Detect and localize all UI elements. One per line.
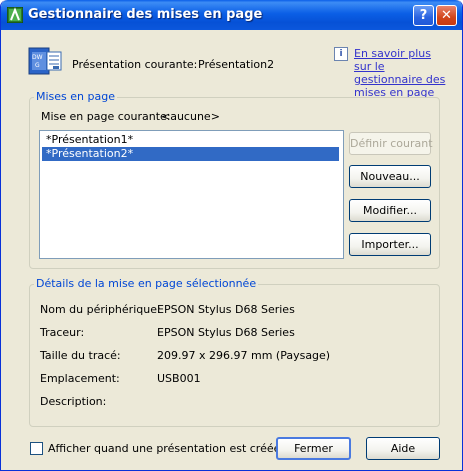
autocad-app-icon <box>7 7 23 23</box>
window-title: Gestionnaire des mises en page <box>28 7 263 22</box>
set-current-button[interactable]: Définir courant <box>349 132 433 155</box>
current-layout-label: Présentation courante: <box>72 58 198 71</box>
page-setups-list[interactable]: *Présentation1* *Présentation2* <box>39 130 344 259</box>
modify-button[interactable]: Modifier... <box>349 199 431 222</box>
show-on-create-label[interactable]: Afficher quand une présentation est créé… <box>48 442 280 455</box>
current-layout-value: Présentation2 <box>198 58 275 71</box>
list-item[interactable]: *Présentation1* <box>42 133 137 147</box>
show-on-create-checkbox[interactable] <box>30 442 43 455</box>
plot-size-label: Taille du tracé: <box>40 349 121 362</box>
device-name-label: Nom du périphérique: <box>40 303 161 316</box>
list-item-selected[interactable]: *Présentation2* <box>42 147 339 161</box>
location-value: USB001 <box>157 372 201 385</box>
current-page-setup-label: Mise en page courante: <box>41 110 171 123</box>
learn-more-link[interactable]: En savoir plus sur le gestionnaire des m… <box>354 47 446 99</box>
close-window-button[interactable]: ✕ <box>436 5 457 26</box>
title-bar[interactable]: Gestionnaire des mises en page ? ✕ <box>1 0 462 30</box>
info-icon: i <box>334 47 348 61</box>
import-button[interactable]: Importer... <box>349 233 431 256</box>
close-button[interactable]: Fermer <box>276 437 351 460</box>
svg-text:DW: DW <box>32 54 43 61</box>
new-button[interactable]: Nouveau... <box>349 165 431 188</box>
location-label: Emplacement: <box>40 372 120 385</box>
plotter-label: Traceur: <box>40 326 85 339</box>
title-help-button[interactable]: ? <box>413 5 434 26</box>
current-page-setup-value: <aucune> <box>161 110 220 123</box>
svg-text:G: G <box>35 62 40 69</box>
device-name-value: EPSON Stylus D68 Series <box>157 303 295 316</box>
details-group-title: Détails de la mise en page sélectionnée <box>34 277 259 290</box>
description-label: Description: <box>40 395 107 408</box>
plot-size-value: 209.97 x 296.97 mm (Paysage) <box>157 349 331 362</box>
dwg-layout-icon: DW G <box>28 47 62 75</box>
plotter-value: EPSON Stylus D68 Series <box>157 326 295 339</box>
page-setups-group-title: Mises en page <box>34 90 117 103</box>
page-setup-manager-dialog: Gestionnaire des mises en page ? ✕ DW G … <box>0 0 463 471</box>
help-button[interactable]: Aide <box>366 437 440 460</box>
